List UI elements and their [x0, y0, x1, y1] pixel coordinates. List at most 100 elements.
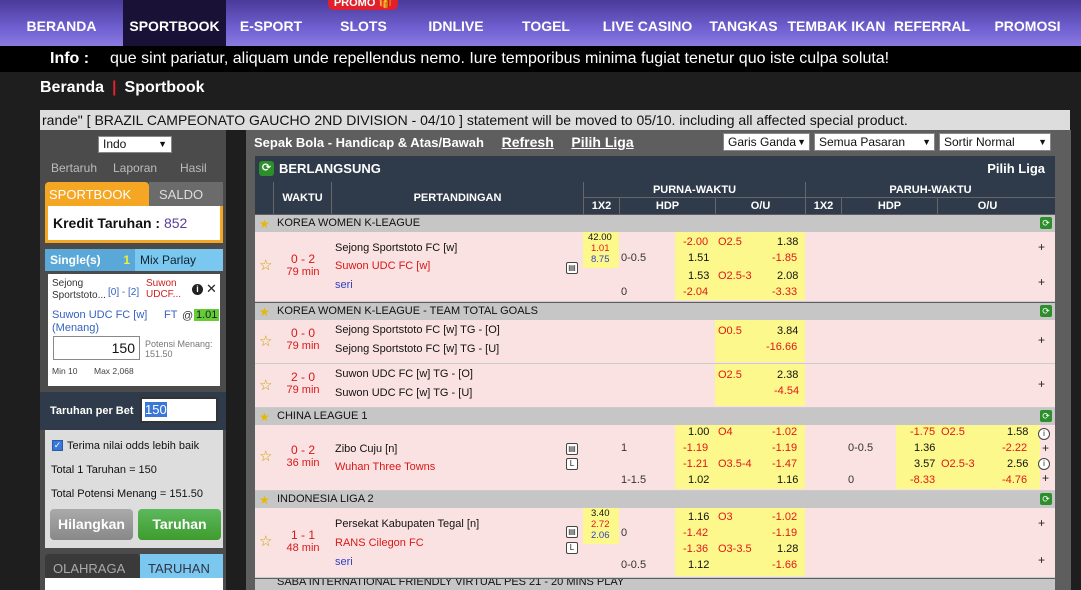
market-select[interactable]: Semua Pasaran ▼: [814, 133, 935, 151]
more-markets-icon[interactable]: +: [1036, 276, 1047, 288]
odds-1[interactable]: 42.00: [588, 232, 612, 243]
info-icon[interactable]: i: [1038, 428, 1050, 440]
star-icon[interactable]: ★: [259, 304, 270, 321]
nav-sportbook[interactable]: SPORTBOOK: [123, 0, 226, 46]
nav-togel[interactable]: TOGEL: [501, 0, 591, 46]
odds-x[interactable]: 2.72: [591, 519, 610, 530]
hdp-odds[interactable]: 1.12: [688, 559, 709, 571]
tv-icon[interactable]: ▤: [566, 526, 578, 538]
pilih-liga-link[interactable]: Pilih Liga: [571, 134, 633, 150]
subtab-hasil[interactable]: Hasil: [180, 161, 207, 175]
ou-odds[interactable]: 1.38: [777, 236, 798, 248]
subtab-laporan[interactable]: Laporan: [113, 161, 157, 175]
star-icon[interactable]: ★: [259, 492, 270, 509]
nav-beranda[interactable]: BERANDA: [0, 0, 123, 46]
half-hdp-odds[interactable]: 3.57: [914, 458, 935, 470]
subtab-bertaruh[interactable]: Bertaruh: [51, 161, 97, 175]
refresh-icon[interactable]: ⟳: [1040, 493, 1052, 505]
hdp-odds[interactable]: 1.53: [688, 270, 709, 282]
stake-input[interactable]: 150: [53, 336, 140, 360]
hdp-odds[interactable]: -2.00: [683, 236, 708, 248]
odds-type-select[interactable]: Garis Ganda ▼: [723, 133, 810, 151]
half-ou-odds[interactable]: 2.56: [1007, 458, 1028, 470]
half-ou-odds[interactable]: -2.22: [1002, 442, 1027, 454]
tv-icon[interactable]: ▤: [566, 443, 578, 455]
more-markets-icon[interactable]: +: [1036, 378, 1047, 390]
nav-tangkas[interactable]: TANGKAS: [704, 0, 783, 46]
ou-odds[interactable]: -1.66: [772, 559, 797, 571]
ou-odds[interactable]: -1.19: [772, 442, 797, 454]
ou-odds[interactable]: -1.19: [772, 527, 797, 539]
nav-live-casino[interactable]: LIVE CASINO: [591, 0, 704, 46]
ou-odds[interactable]: 1.28: [777, 543, 798, 555]
odds-1[interactable]: 3.40: [591, 508, 610, 519]
language-select[interactable]: Indo ▼: [98, 136, 172, 153]
tab-sportbook[interactable]: SPORTBOOK: [45, 182, 149, 206]
ou-odds[interactable]: -1.47: [772, 458, 797, 470]
hdp-odds[interactable]: 1.00: [688, 426, 709, 438]
ou-odds[interactable]: 2.38: [777, 369, 798, 381]
ou-odds[interactable]: -1.02: [772, 511, 797, 523]
tab-saldo[interactable]: SALDO: [149, 182, 223, 206]
hdp-odds[interactable]: -1.42: [683, 527, 708, 539]
refresh-icon[interactable]: ⟳: [1040, 410, 1052, 422]
accept-odds-checkbox[interactable]: ✓: [52, 440, 63, 451]
live-stream-icon[interactable]: L: [566, 458, 578, 470]
hdp-odds[interactable]: -1.36: [683, 543, 708, 555]
favorite-star-icon[interactable]: ☆: [259, 376, 272, 394]
hdp-odds[interactable]: -1.21: [683, 458, 708, 470]
hdp-odds[interactable]: -2.04: [683, 286, 708, 298]
odds-x[interactable]: 1.01: [591, 243, 610, 254]
star-icon[interactable]: ★: [259, 409, 270, 426]
nav-promosi[interactable]: PROMOSI: [974, 0, 1081, 46]
more-markets-icon[interactable]: +: [1036, 334, 1047, 346]
league-row[interactable]: SABA INTERNATIONAL FRIENDLY VIRTUAL PES …: [255, 579, 1055, 590]
place-bet-button[interactable]: Taruhan: [138, 509, 221, 540]
hdp-odds[interactable]: 1.02: [688, 474, 709, 486]
refresh-icon[interactable]: ⟳: [1040, 217, 1052, 229]
more-markets-icon[interactable]: +: [1036, 554, 1047, 566]
hdp-odds[interactable]: 1.16: [688, 511, 709, 523]
ou-odds[interactable]: 3.84: [777, 325, 798, 337]
tv-icon[interactable]: ▤: [566, 262, 578, 274]
star-icon[interactable]: ★: [259, 216, 270, 233]
nav-referral[interactable]: REFERRAL: [890, 0, 974, 46]
odds-2[interactable]: 8.75: [591, 254, 610, 265]
more-markets-icon[interactable]: +: [1036, 241, 1047, 253]
ou-odds[interactable]: 1.16: [777, 474, 798, 486]
close-icon[interactable]: ✕: [206, 281, 217, 297]
league-row[interactable]: ★ KOREA WOMEN K-LEAGUE - TEAM TOTAL GOAL…: [255, 303, 1055, 320]
half-ou-odds[interactable]: 1.58: [1007, 426, 1028, 438]
tab-single[interactable]: Single(s) 1: [45, 249, 135, 271]
half-hdp-odds[interactable]: -1.75: [910, 426, 935, 438]
clear-button[interactable]: Hilangkan: [50, 509, 133, 540]
ou-odds[interactable]: -3.33: [772, 286, 797, 298]
live-stream-icon[interactable]: L: [566, 542, 578, 554]
per-bet-input[interactable]: 150: [140, 397, 218, 423]
ou-odds[interactable]: -4.54: [774, 385, 799, 397]
tab-mix-parlay[interactable]: Mix Parlay: [135, 249, 223, 271]
sort-select[interactable]: Sortir Normal ▼: [939, 133, 1051, 151]
hdp-odds[interactable]: 1.51: [688, 252, 709, 264]
ou-odds[interactable]: -1.02: [772, 426, 797, 438]
info-icon[interactable]: i: [192, 284, 203, 295]
league-row[interactable]: ★ KOREA WOMEN K-LEAGUE ⟳: [255, 215, 1055, 232]
favorite-star-icon[interactable]: ☆: [259, 256, 272, 274]
refresh-icon[interactable]: ⟳: [259, 161, 274, 176]
favorite-star-icon[interactable]: ☆: [259, 447, 272, 465]
nav-idnlive[interactable]: IDNLIVE: [411, 0, 501, 46]
promo-badge[interactable]: PROMO 🎁: [328, 0, 398, 10]
half-hdp-odds[interactable]: 1.36: [914, 442, 935, 454]
live-pilih-liga[interactable]: Pilih Liga: [987, 156, 1045, 182]
favorite-star-icon[interactable]: ☆: [259, 332, 272, 350]
ou-odds[interactable]: 2.08: [777, 270, 798, 282]
info-icon[interactable]: i: [1038, 458, 1050, 470]
more-markets-icon[interactable]: +: [1040, 442, 1051, 454]
nav-tembak-ikan[interactable]: TEMBAK IKAN: [783, 0, 890, 46]
ou-odds[interactable]: -16.66: [766, 341, 797, 353]
more-markets-icon[interactable]: +: [1036, 517, 1047, 529]
tab-olahraga[interactable]: OLAHRAGA: [45, 554, 140, 578]
tab-taruhan[interactable]: TARUHAN: [140, 554, 223, 578]
odds-2[interactable]: 2.06: [591, 530, 610, 541]
league-row[interactable]: ★ INDONESIA LIGA 2 ⟳: [255, 491, 1055, 508]
